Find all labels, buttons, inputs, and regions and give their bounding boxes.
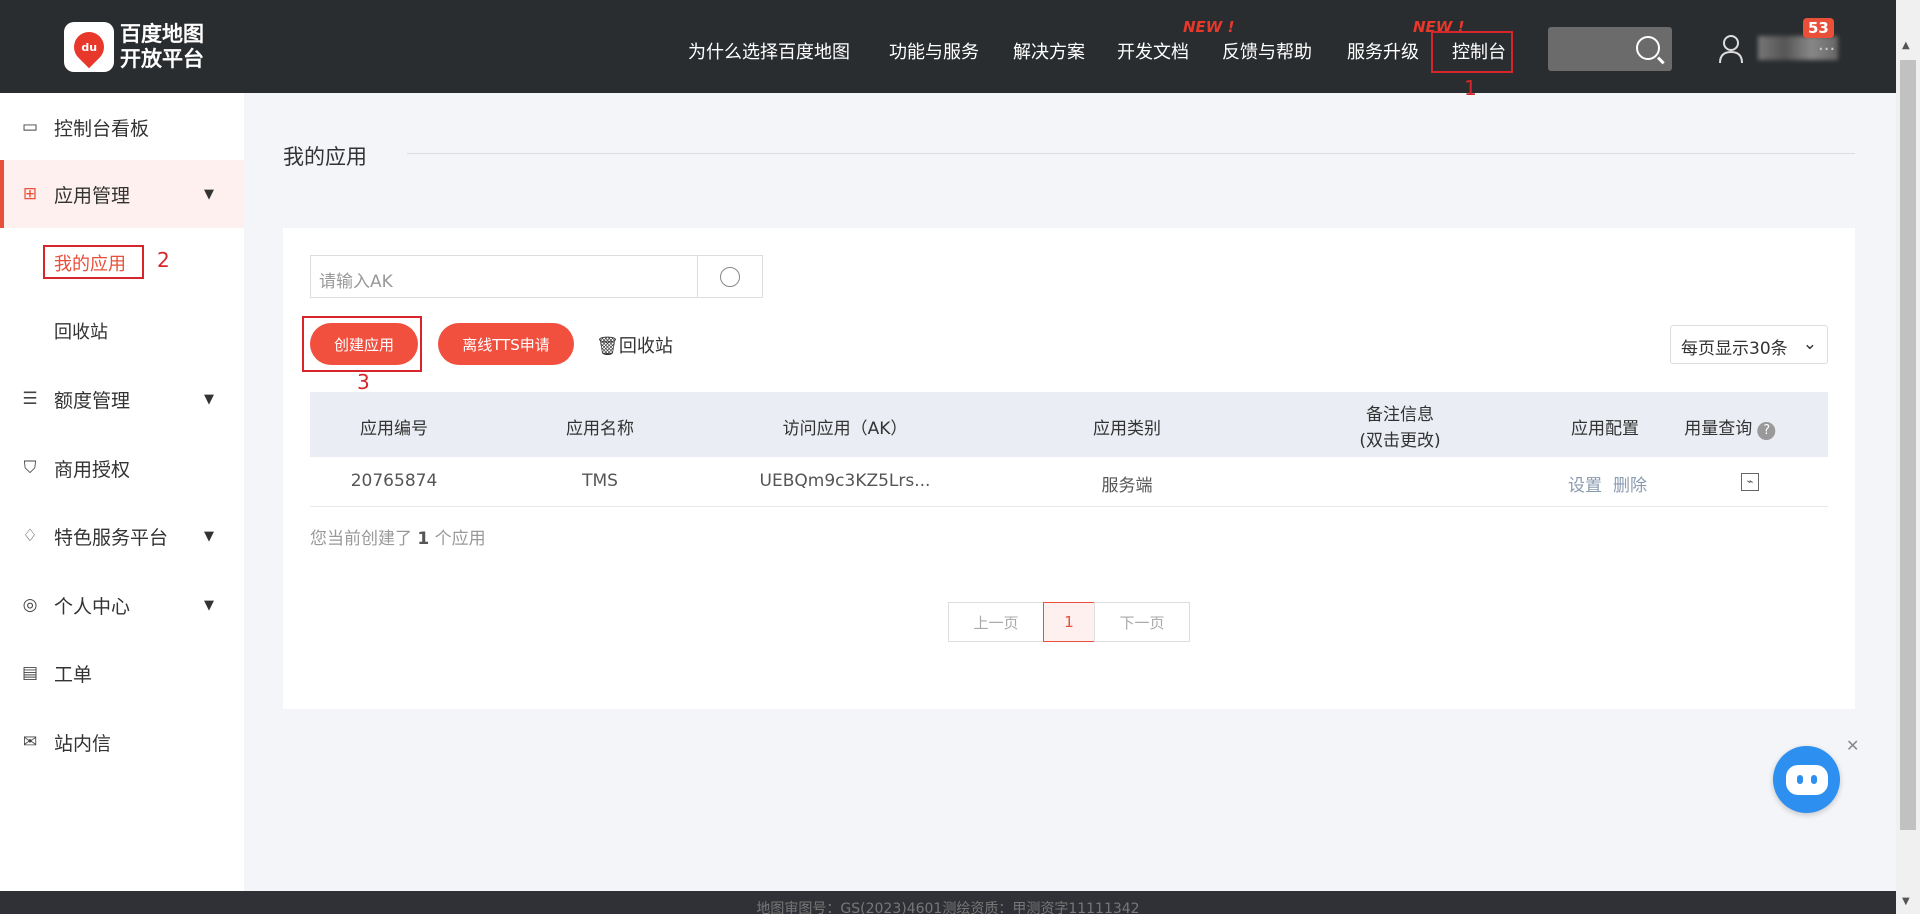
offline-tts-button[interactable]: 离线TTS申请 — [438, 323, 574, 365]
grid-icon: ⊞ — [22, 184, 38, 204]
baidu-map-logo[interactable]: du — [64, 22, 114, 72]
annotation-box-3 — [302, 316, 422, 372]
notification-badge[interactable]: 53 — [1803, 18, 1834, 38]
usage-chart-icon[interactable]: ⌁ — [1741, 473, 1759, 491]
diamond-icon: ♢ — [22, 526, 38, 546]
scroll-up-icon[interactable]: ▲ — [1902, 40, 1910, 51]
page-title: 我的应用 — [283, 145, 367, 169]
sidebar-item-personal[interactable]: ◎ 个人中心 ▼ — [0, 571, 244, 639]
header-search[interactable] — [1548, 27, 1672, 71]
sidebar-item-messages[interactable]: ✉ 站内信 — [0, 708, 244, 776]
sidebar-item-app-management[interactable]: ⊞ 应用管理 ▼ — [0, 160, 244, 228]
title-divider — [407, 153, 1855, 154]
nav-feedback[interactable]: 反馈与帮助 — [1222, 38, 1312, 64]
apps-table: 应用编号 应用名称 访问应用（AK） 应用类别 备注信息 (双击更改) 应用配置… — [310, 392, 1828, 507]
col-app-type: 应用类别 — [1093, 419, 1161, 439]
sidebar-item-label: 控制台看板 — [54, 117, 150, 140]
sidebar-item-label: 商用授权 — [54, 458, 131, 481]
col-app-id: 应用编号 — [360, 419, 428, 439]
app-type: 服务端 — [1101, 476, 1153, 496]
logo-line2: 开放平台 — [120, 47, 204, 71]
sidebar-item-label: 特色服务平台 — [54, 526, 169, 549]
col-note: 备注信息 — [1366, 405, 1434, 425]
user-icon[interactable] — [1718, 34, 1744, 64]
sidebar-item-tickets[interactable]: ▤ 工单 — [0, 639, 244, 707]
col-ak: 访问应用（AK） — [782, 419, 908, 439]
caret-down-icon: ▼ — [204, 391, 214, 407]
app-id: 20765874 — [350, 471, 438, 491]
col-usage-label: 用量查询 — [1684, 419, 1753, 439]
annotation-number-3: 3 — [357, 370, 370, 394]
count-suffix: 个应用 — [434, 529, 486, 549]
app-name: TMS — [582, 471, 618, 491]
help-icon[interactable]: ? — [1757, 422, 1776, 440]
shield-icon: ⛉ — [23, 458, 37, 478]
app-ak[interactable]: UEBQm9c3KZ5Lrs... — [760, 471, 931, 491]
ak-search-button[interactable] — [697, 255, 763, 298]
page-1-button[interactable]: 1 — [1043, 602, 1095, 642]
close-icon[interactable]: ✕ — [1846, 736, 1859, 755]
table-row: 20765874 TMS UEBQm9c3KZ5Lrs... 服务端 设置 删除… — [310, 457, 1828, 507]
user-circle-icon: ◎ — [22, 595, 38, 615]
col-note-hint: (双击更改) — [1359, 431, 1441, 451]
col-config: 应用配置 — [1571, 419, 1639, 439]
sidebar-item-dashboard[interactable]: ▭ 控制台看板 — [0, 93, 244, 161]
nav-why-baidu[interactable]: 为什么选择百度地图 — [688, 38, 850, 64]
sidebar-item-label: 应用管理 — [54, 184, 131, 207]
chevron-down-icon: ⌄ — [1802, 334, 1817, 354]
settings-link[interactable]: 设置 — [1568, 471, 1602, 496]
nav-upgrade[interactable]: 服务升级 — [1347, 38, 1419, 64]
annotation-box-1 — [1431, 31, 1513, 73]
sidebar-item-label: 工单 — [54, 663, 93, 686]
annotation-number-2: 2 — [157, 248, 170, 272]
nav-solutions[interactable]: 解决方案 — [1013, 38, 1085, 64]
nav-docs[interactable]: 开发文档 — [1117, 38, 1189, 64]
table-header: 应用编号 应用名称 访问应用（AK） 应用类别 备注信息 (双击更改) 应用配置… — [310, 392, 1828, 457]
logo-badge-text: du — [81, 40, 97, 54]
caret-down-icon: ▼ — [204, 186, 214, 202]
nav-features[interactable]: 功能与服务 — [889, 38, 979, 64]
clipboard-icon: ▤ — [21, 663, 39, 683]
dashboard-card-icon: ▭ — [21, 117, 39, 137]
robot-icon — [1785, 764, 1828, 795]
annotation-box-2 — [43, 245, 144, 279]
sidebar: ▭ 控制台看板 ⊞ 应用管理 ▼ 我的应用 回收站 ☰ 额度管理 ▼ ⛉ 商用授权 ♢ 特色服… — [0, 93, 244, 891]
sidebar-item-quota[interactable]: ☰ 额度管理 ▼ — [0, 365, 244, 433]
app-count-text: 您当前创建了 1 个应用 — [310, 524, 486, 549]
new-label-docs: NEW ! — [1183, 18, 1235, 36]
per-page-select[interactable]: 每页显示30条 ⌄ — [1670, 325, 1828, 364]
sidebar-item-label: 额度管理 — [54, 389, 131, 412]
trash-icon: 🗑 — [596, 336, 619, 357]
sidebar-sub-recycle[interactable]: 回收站 — [54, 318, 108, 344]
sidebar-item-label: 个人中心 — [54, 595, 131, 618]
count-prefix: 您当前创建了 — [310, 529, 412, 549]
sidebar-item-special-services[interactable]: ♢ 特色服务平台 ▼ — [0, 502, 244, 570]
sidebar-item-label: 站内信 — [54, 732, 112, 755]
logo-line1: 百度地图 — [120, 22, 204, 46]
footer: 地图审图号：GS(2023)4601测绘资质：甲测资字11111342 — [0, 891, 1896, 914]
logo-text[interactable]: 百度地图 开放平台 — [120, 22, 220, 72]
search-icon — [720, 266, 740, 287]
col-usage: 用量查询 ? — [1684, 414, 1776, 440]
mail-icon: ✉ — [22, 732, 38, 752]
annotation-number-1: 1 — [1464, 76, 1477, 100]
per-page-value: 每页显示30条 — [1681, 339, 1788, 359]
col-app-name: 应用名称 — [566, 419, 634, 439]
ak-search-input[interactable]: 请输入AK — [310, 255, 763, 298]
caret-down-icon: ▼ — [204, 597, 214, 613]
assistant-robot-button[interactable] — [1773, 746, 1840, 813]
caret-down-icon: ▼ — [204, 528, 214, 544]
scrollbar-thumb[interactable] — [1900, 60, 1916, 830]
prev-page-button[interactable]: 上一页 — [948, 602, 1044, 642]
search-icon[interactable] — [1636, 36, 1660, 60]
sliders-icon: ☰ — [22, 389, 38, 409]
recycle-bin-link[interactable]: 🗑回收站 — [596, 332, 673, 358]
sidebar-item-license[interactable]: ⛉ 商用授权 — [0, 434, 244, 502]
count-value: 1 — [417, 529, 430, 549]
recycle-label: 回收站 — [618, 336, 673, 357]
scroll-down-icon[interactable]: ▼ — [1902, 896, 1910, 907]
delete-link[interactable]: 删除 — [1613, 471, 1647, 496]
next-page-button[interactable]: 下一页 — [1094, 602, 1190, 642]
